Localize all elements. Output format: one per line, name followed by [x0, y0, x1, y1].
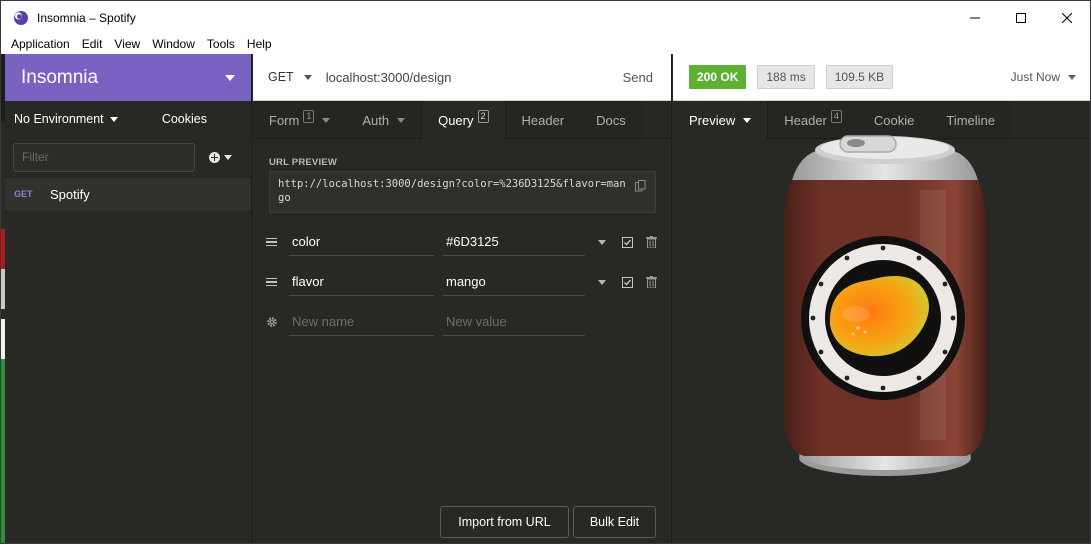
workspace-name: Insomnia [21, 66, 99, 88]
workspace-dropdown[interactable]: Insomnia [5, 54, 251, 101]
sidebar: Insomnia No Environment Cookies GET S [5, 54, 252, 543]
copy-icon[interactable] [635, 180, 646, 192]
environment-dropdown[interactable]: No Environment [14, 112, 118, 126]
response-pane: 200 OK 188 ms 109.5 KB Just Now Preview … [673, 54, 1090, 543]
url-input[interactable] [325, 64, 616, 90]
response-status-bar: 200 OK 188 ms 109.5 KB Just Now [673, 54, 1090, 101]
filter-row [5, 137, 251, 177]
tab-label: Auth [362, 112, 390, 128]
tab-badge: 1 [303, 109, 315, 123]
soda-can-image [783, 135, 986, 476]
url-preview-label: URL PREVIEW [269, 157, 338, 168]
param-name-input[interactable] [289, 228, 434, 256]
response-time-badge: 188 ms [757, 65, 815, 89]
method-dropdown[interactable]: GET [253, 70, 312, 84]
param-value-input[interactable] [443, 228, 585, 256]
menu-window[interactable]: Window [146, 34, 201, 54]
tab-query[interactable]: Query 2 [421, 101, 506, 139]
tab-bar-fill [641, 101, 671, 138]
title-bar: Insomnia – Spotify [1, 1, 1090, 34]
status-badge: 200 OK [689, 65, 747, 89]
environment-row: No Environment Cookies [5, 101, 251, 137]
response-preview [673, 135, 1090, 543]
tab-preview[interactable]: Preview [673, 101, 769, 139]
menu-view[interactable]: View [108, 34, 146, 54]
url-bar: GET Send [253, 54, 671, 101]
tab-form[interactable]: Form 1 [253, 101, 346, 139]
plus-circle-icon [209, 151, 220, 163]
chevron-down-icon [225, 74, 235, 81]
environment-label: No Environment [14, 112, 104, 126]
checkbox-checked-icon[interactable] [622, 276, 633, 288]
chevron-down-icon[interactable] [598, 279, 606, 285]
request-pane: GET Send Form 1 Auth Query 2 [253, 54, 672, 543]
request-method-badge: GET [14, 189, 33, 199]
chevron-down-icon [303, 74, 312, 80]
menu-edit[interactable]: Edit [76, 34, 109, 54]
chevron-down-icon [397, 117, 406, 123]
insomnia-logo-icon [14, 10, 28, 25]
method-label: GET [268, 70, 294, 84]
new-param-row [253, 302, 672, 342]
menu-application[interactable]: Application [5, 34, 76, 54]
send-button[interactable]: Send [623, 70, 653, 85]
minimize-button[interactable] [952, 1, 998, 34]
chevron-down-icon [224, 154, 232, 160]
new-param-name-input[interactable] [289, 308, 434, 336]
chevron-down-icon [109, 116, 118, 122]
import-from-url-button[interactable]: Import from URL [440, 506, 569, 538]
menu-tools[interactable]: Tools [201, 34, 241, 54]
maximize-button[interactable] [998, 1, 1044, 34]
tab-label: Form [269, 112, 300, 128]
tab-badge: 2 [477, 109, 489, 123]
query-param-row [253, 222, 672, 262]
window-title: Insomnia – Spotify [37, 10, 136, 25]
chevron-down-icon [1068, 74, 1076, 80]
url-preview-text: http://localhost:3000/design?color=%236D… [278, 178, 626, 204]
chevron-down-icon [322, 117, 331, 123]
new-param-value-input[interactable] [443, 308, 585, 336]
tab-docs[interactable]: Docs [580, 101, 642, 139]
filter-input[interactable] [13, 142, 195, 172]
minimize-icon [970, 17, 980, 18]
sidebar-request-spotify[interactable]: GET Spotify [5, 178, 251, 210]
tab-bar-fill [1011, 101, 1090, 138]
tab-auth[interactable]: Auth [346, 101, 421, 139]
trash-icon[interactable] [646, 276, 657, 288]
menu-help[interactable]: Help [241, 34, 278, 54]
close-icon [1062, 12, 1072, 23]
history-dropdown[interactable]: Just Now [1011, 70, 1076, 84]
maximize-icon [1016, 12, 1026, 23]
menu-bar: Application Edit View Window Tools Help [1, 34, 1090, 54]
gear-icon [267, 317, 277, 327]
chevron-down-icon [743, 117, 752, 123]
bulk-edit-button[interactable]: Bulk Edit [573, 506, 656, 538]
param-name-input[interactable] [289, 268, 434, 296]
query-param-row [253, 262, 672, 302]
request-name: Spotify [50, 186, 90, 202]
drag-handle-icon[interactable] [266, 236, 277, 249]
tab-label: Docs [596, 112, 626, 128]
tab-label: Preview [689, 112, 736, 128]
app-window: Insomnia – Spotify Application Edit View… [0, 0, 1091, 544]
tab-label: Header [521, 112, 565, 128]
trash-icon[interactable] [646, 236, 657, 248]
drag-handle-icon[interactable] [266, 276, 277, 289]
response-size-badge: 109.5 KB [825, 65, 894, 89]
tab-label: Query [438, 112, 474, 128]
cookies-button[interactable]: Cookies [162, 112, 207, 126]
query-actions: Import from URL Bulk Edit [440, 506, 660, 538]
history-label: Just Now [1010, 70, 1060, 84]
chevron-down-icon[interactable] [598, 239, 606, 245]
tab-header[interactable]: Header [506, 101, 581, 139]
app-body: Insomnia No Environment Cookies GET S [1, 54, 1090, 543]
close-button[interactable] [1044, 1, 1090, 34]
url-preview-box: http://localhost:3000/design?color=%236D… [269, 171, 656, 213]
request-tabs: Form 1 Auth Query 2 Header Docs [253, 101, 671, 139]
checkbox-checked-icon[interactable] [622, 236, 633, 248]
param-value-input[interactable] [443, 268, 585, 296]
add-request-button[interactable] [209, 151, 232, 163]
